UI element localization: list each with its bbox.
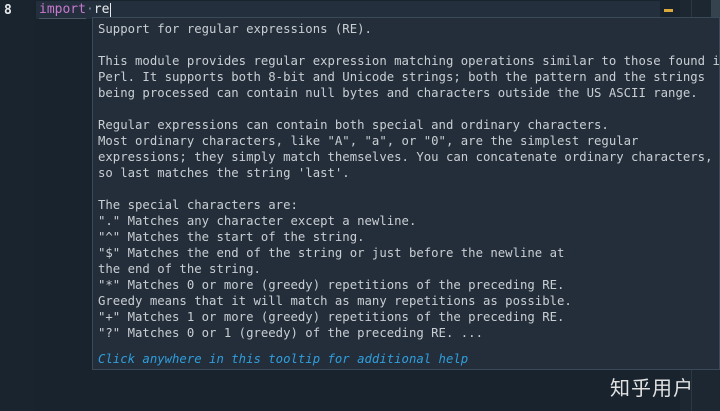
tooltip-line: Greedy means that it will match as many … (98, 294, 572, 308)
calltip-tooltip[interactable]: Support for regular expressions (RE). Th… (92, 17, 720, 370)
tooltip-line: "$" Matches the end of the string or jus… (98, 246, 565, 260)
tooltip-line: "+" Matches 1 or more (greedy) repetitio… (98, 310, 565, 324)
tooltip-line: "?" Matches 0 or 1 (greedy) of the prece… (98, 326, 483, 340)
warning-marker[interactable] (664, 9, 673, 12)
tooltip-line: "." Matches any character except a newli… (98, 214, 417, 228)
tooltip-line: "*" Matches 0 or more (greedy) repetitio… (98, 278, 565, 292)
tooltip-line: Perl. It supports both 8-bit and Unicode… (98, 70, 706, 84)
code-line[interactable]: import · re (39, 1, 112, 19)
tooltip-line: being processed can contain null bytes a… (98, 86, 698, 100)
tooltip-line: so last matches the string 'last'. (98, 166, 350, 180)
tooltip-line: the end of the string. (98, 262, 261, 276)
tooltip-line: Most ordinary characters, like "A", "a",… (98, 134, 639, 148)
text-cursor (110, 2, 112, 18)
tooltip-line: Support for regular expressions (RE). (98, 22, 372, 36)
watermark: 知乎用户 (610, 376, 694, 400)
tooltip-line: Regular expressions can contain both spe… (98, 118, 609, 132)
whitespace-marker: · (85, 2, 94, 17)
tooltip-line: This module provides regular expression … (98, 54, 720, 68)
line-number: 8 (4, 3, 12, 18)
line-number-gutter: 8 (0, 0, 34, 411)
module-name: re (93, 2, 110, 17)
import-keyword: import (39, 1, 86, 19)
tooltip-line: expressions; they simply match themselve… (98, 150, 713, 164)
additional-help-link[interactable]: Click anywhere in this tooltip for addit… (98, 351, 468, 367)
tooltip-line: "^" Matches the start of the string. (98, 230, 365, 244)
tooltip-line: The special characters are: (98, 198, 298, 212)
